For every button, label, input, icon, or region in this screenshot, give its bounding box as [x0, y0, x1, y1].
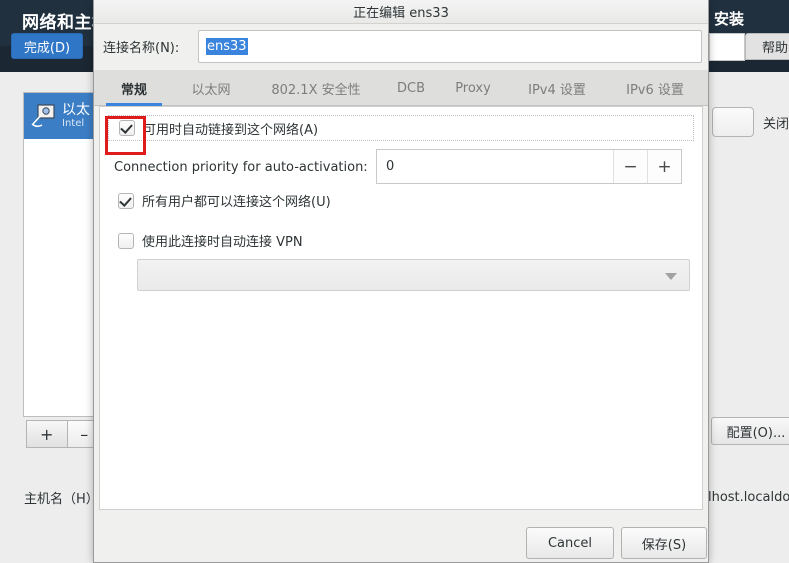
- dialog-title-bar: 正在编辑 ens33: [94, 0, 708, 24]
- header-white-gap: [709, 33, 745, 61]
- toggle-switch[interactable]: [712, 107, 754, 137]
- edit-connection-dialog: 正在编辑 ens33 连接名称(N): ens33 常规 以太网 802.1X …: [93, 0, 709, 563]
- tab-dcb[interactable]: DCB: [386, 70, 436, 106]
- add-device-button[interactable]: +: [26, 420, 68, 448]
- network-device-list[interactable]: 以太 Intel: [23, 92, 99, 417]
- dialog-title: 正在编辑 ens33: [353, 6, 449, 21]
- left-panel-strip: [0, 72, 14, 563]
- device-name: 以太: [62, 102, 90, 119]
- tab-8021x[interactable]: 802.1X 安全性: [254, 70, 378, 106]
- done-button[interactable]: 完成(D): [11, 33, 83, 59]
- list-item-text: 以太 Intel: [62, 102, 90, 130]
- priority-label: Connection priority for auto-activation:: [114, 159, 368, 175]
- connection-name-label: 连接名称(N):: [103, 41, 180, 56]
- autoconnect-checkbox[interactable]: [119, 120, 135, 136]
- connection-name-row: 连接名称(N): ens33: [94, 23, 708, 70]
- chevron-down-icon: [665, 273, 677, 280]
- help-button[interactable]: 帮助: [745, 33, 789, 60]
- installer-label: 安装: [714, 10, 745, 28]
- priority-stepper[interactable]: 0 − +: [376, 149, 682, 184]
- all-users-row[interactable]: 所有用户都可以连接这个网络(U): [108, 191, 331, 210]
- screen: 网络和主机名 安装 完成(D) 帮助 以太 Intel + – 主机名（H） a…: [0, 0, 789, 563]
- close-label: 关闭: [763, 117, 789, 132]
- priority-increment-button[interactable]: +: [647, 150, 681, 183]
- vpn-select[interactable]: [137, 259, 690, 291]
- priority-decrement-button[interactable]: −: [613, 150, 647, 183]
- priority-row: Connection priority for auto-activation:…: [108, 149, 694, 185]
- all-users-label: 所有用户都可以连接这个网络(U): [142, 195, 331, 210]
- tab-ipv4[interactable]: IPv4 设置: [512, 70, 602, 106]
- priority-value[interactable]: 0: [377, 150, 613, 183]
- connection-name-value: ens33: [206, 38, 248, 55]
- save-button[interactable]: 保存(S): [621, 527, 707, 559]
- hostname-value: alhost.localdom: [700, 490, 789, 505]
- vpn-row[interactable]: 使用此连接时自动连接 VPN: [108, 231, 303, 250]
- all-users-checkbox[interactable]: [118, 192, 134, 209]
- tab-general[interactable]: 常规: [106, 70, 162, 106]
- connection-name-input[interactable]: ens33: [198, 30, 702, 63]
- tab-ipv6[interactable]: IPv6 设置: [610, 70, 700, 106]
- device-subtitle: Intel: [62, 118, 85, 130]
- ethernet-icon: [30, 103, 58, 129]
- cancel-button[interactable]: Cancel: [526, 527, 614, 559]
- list-item[interactable]: 以太 Intel: [24, 93, 98, 139]
- tab-content-general: 可用时自动链接到这个网络(A) Connection priority for …: [99, 106, 703, 510]
- vpn-label: 使用此连接时自动连接 VPN: [142, 235, 303, 250]
- dialog-footer: Cancel 保存(S): [94, 510, 708, 562]
- tab-proxy[interactable]: Proxy: [442, 70, 504, 106]
- configure-button[interactable]: 配置(O)...: [711, 417, 789, 445]
- tab-ethernet[interactable]: 以太网: [174, 70, 248, 106]
- vpn-checkbox[interactable]: [118, 232, 134, 249]
- hostname-label: 主机名（H）: [24, 492, 99, 507]
- device-list-toolbar: + –: [26, 420, 102, 448]
- autoconnect-row[interactable]: 可用时自动链接到这个网络(A): [108, 115, 694, 141]
- autoconnect-label: 可用时自动链接到这个网络(A): [143, 122, 319, 138]
- tab-bar: 常规 以太网 802.1X 安全性 DCB Proxy IPv4 设置 IPv6…: [94, 70, 708, 106]
